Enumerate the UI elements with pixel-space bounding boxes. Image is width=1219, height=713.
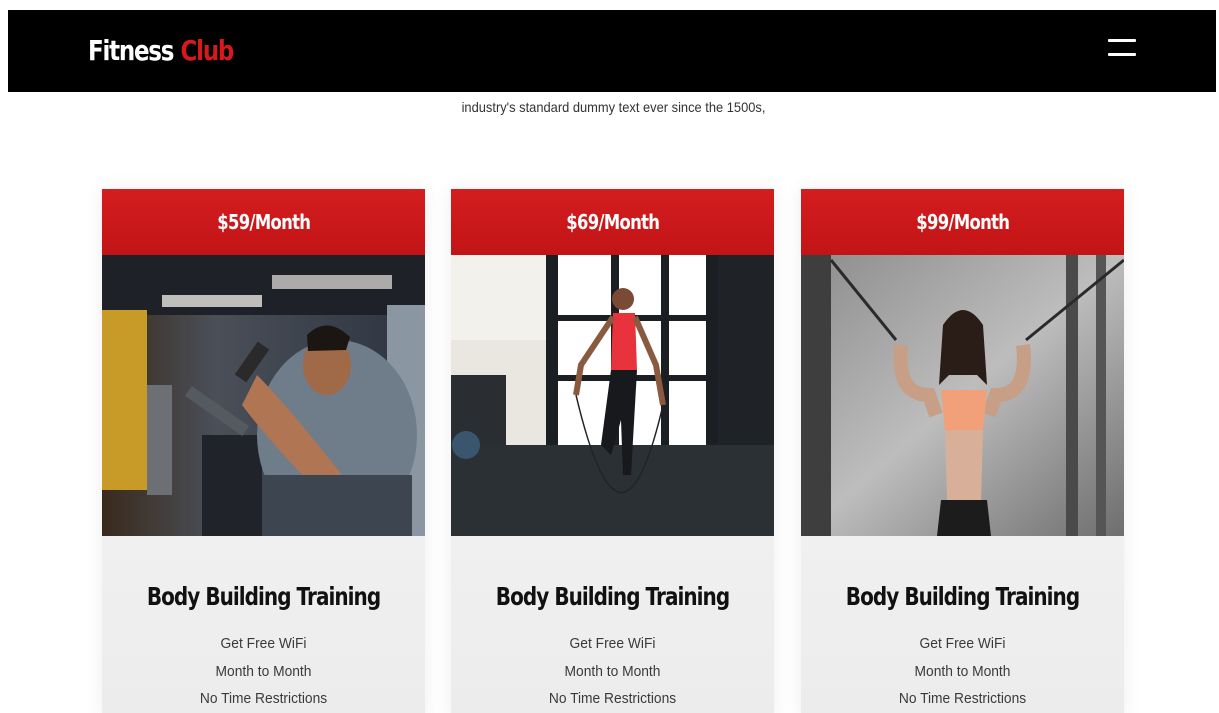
plan-title: Body Building Training	[146, 582, 381, 611]
feature-item: Month to Month	[564, 662, 661, 680]
pricing-card-2: $69/Month Body Building Training Get Fre…	[451, 189, 774, 713]
hamburger-line-top	[1108, 39, 1136, 42]
feature-item: Get Free WiFi	[919, 635, 1006, 652]
price-banner: $69/Month	[451, 189, 774, 255]
feature-list: Get Free WiFi Month to Month No Time Res…	[801, 630, 1124, 713]
price-banner: $59/Month	[102, 189, 425, 255]
price-label: $59/Month	[216, 210, 311, 234]
price-label: $69/Month	[565, 210, 660, 234]
logo-word-club: Club	[180, 34, 235, 67]
feature-item: Get Free WiFi	[569, 635, 656, 652]
man-bicep-curl-machine-photo	[102, 255, 425, 536]
page: Fitness Club industry's standard dummy te…	[0, 0, 1219, 713]
top-navbar: Fitness Club	[8, 10, 1216, 92]
feature-list: Get Free WiFi Month to Month No Time Res…	[451, 630, 774, 713]
feature-item: No Time Restrictions	[199, 690, 328, 707]
intro-paragraph: industry's standard dummy text ever sinc…	[461, 99, 766, 115]
hamburger-line-bottom	[1108, 53, 1136, 56]
feature-item: Get Free WiFi	[220, 635, 307, 652]
logo-word-fitness: Fitness	[88, 34, 174, 67]
feature-list: Get Free WiFi Month to Month No Time Res…	[102, 630, 425, 713]
feature-item: Month to Month	[215, 662, 312, 680]
feature-item: Month to Month	[914, 662, 1011, 680]
plan-title: Body Building Training	[495, 582, 730, 611]
plan-title: Body Building Training	[845, 582, 1080, 611]
feature-item: No Time Restrictions	[548, 690, 677, 707]
woman-cable-machine-photo	[801, 255, 1124, 536]
hamburger-menu-icon[interactable]	[1108, 37, 1138, 61]
woman-jump-rope-illustration	[451, 255, 774, 536]
woman-jump-rope-photo	[451, 255, 774, 536]
pricing-card-3: $99/Month Body Building Training Get Fre…	[801, 189, 1124, 713]
price-banner: $99/Month	[801, 189, 1124, 255]
site-logo[interactable]: Fitness Club	[88, 34, 235, 67]
pricing-card-1: $59/Month Body Building Training Get Fre…	[102, 189, 425, 713]
woman-cable-machine-illustration	[801, 255, 1124, 536]
man-bicep-curl-machine-illustration	[102, 255, 425, 536]
feature-item: No Time Restrictions	[898, 690, 1027, 707]
price-label: $99/Month	[915, 210, 1010, 234]
